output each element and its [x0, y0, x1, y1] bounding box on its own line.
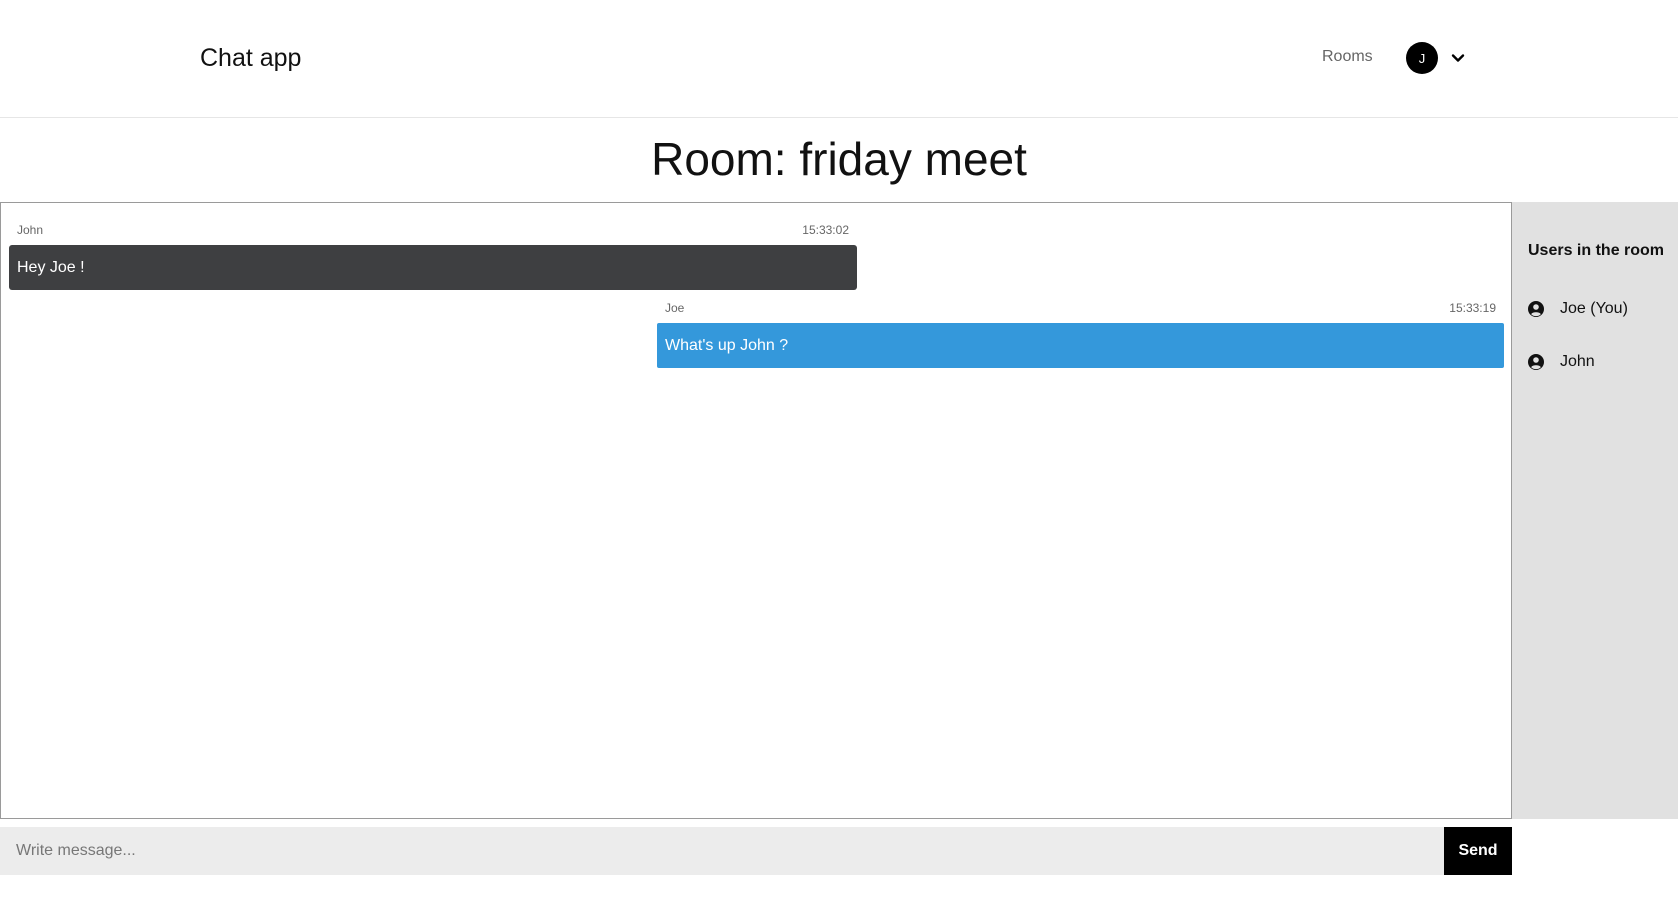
user-circle-icon: [1528, 301, 1544, 317]
message-composer: Send: [0, 827, 1512, 875]
sidebar-title: Users in the room: [1528, 242, 1665, 259]
avatar: J: [1406, 42, 1438, 74]
navbar: Chat app Rooms J: [0, 0, 1678, 118]
user-list-item: Joe (You): [1528, 300, 1628, 318]
user-list-item: John: [1528, 353, 1595, 371]
messages-panel[interactable]: John 15:33:02 Hey Joe ! Joe 15:33:19 Wha…: [0, 202, 1512, 819]
message-time: 15:33:19: [1449, 301, 1496, 315]
message-input[interactable]: [0, 827, 1444, 875]
app-brand[interactable]: Chat app: [200, 44, 301, 73]
message-meta: Joe 15:33:19: [657, 299, 1504, 317]
message-bubble: What's up John ?: [657, 323, 1504, 368]
user-circle-icon: [1528, 354, 1544, 370]
send-button[interactable]: Send: [1444, 827, 1512, 875]
user-name: John: [1560, 353, 1595, 370]
chevron-down-icon: [1451, 54, 1465, 62]
user-name: Joe (You): [1560, 300, 1628, 317]
message-author: Joe: [665, 301, 685, 315]
room-title: Room: friday meet: [651, 133, 1027, 185]
message-author: John: [17, 223, 44, 237]
message-bubble: Hey Joe !: [9, 245, 857, 290]
users-sidebar: Users in the room Joe (You) John: [1512, 202, 1678, 819]
message-item: John 15:33:02 Hey Joe !: [9, 221, 857, 290]
nav-rooms-link[interactable]: Rooms: [1322, 48, 1373, 66]
user-menu-toggle[interactable]: J: [1406, 42, 1466, 74]
message-item: Joe 15:33:19 What's up John ?: [657, 299, 1504, 368]
message-time: 15:33:02: [802, 223, 849, 237]
message-meta: John 15:33:02: [9, 221, 857, 239]
